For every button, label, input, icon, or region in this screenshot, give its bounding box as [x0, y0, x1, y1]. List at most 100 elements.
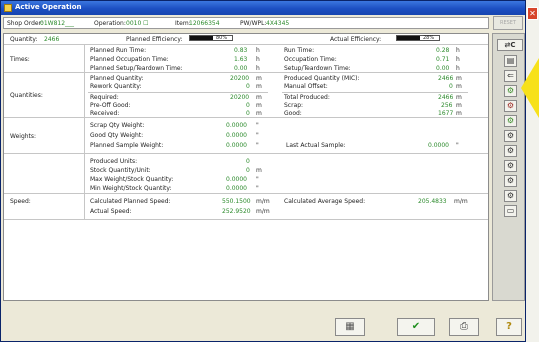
- last-actual-sample-label: Last Actual Sample:: [286, 142, 346, 149]
- times-section-label: Times:: [10, 56, 30, 63]
- side-button-6[interactable]: ⚙: [504, 130, 517, 142]
- manual-offset-value: 0: [449, 83, 453, 90]
- planned-quantity-unit: m: [256, 75, 262, 82]
- planned-efficiency-percent: 80%: [216, 35, 228, 41]
- good-qty-weight-value: 0.0000: [226, 132, 247, 139]
- planned-efficiency-fill: [190, 36, 214, 40]
- scrap-value: 256: [441, 102, 453, 109]
- planned-sample-weight-value: 0.0000: [226, 142, 247, 149]
- calculated-planned-speed-value: 550.1500: [222, 198, 251, 205]
- side-button-9[interactable]: ⚙: [504, 175, 517, 187]
- pw-label: PW/WPL:: [240, 20, 267, 27]
- planned-setup-time-value: 0.00: [234, 65, 248, 72]
- rework-quantity-value: 0: [246, 83, 250, 90]
- planned-setup-time-unit: h: [256, 65, 260, 72]
- quantity-row: Quantity: 2466 Planned Efficiency: 80% A…: [4, 34, 488, 45]
- units-section: Produced Units: 0 Stock Quantity/Unit: 0…: [4, 154, 488, 194]
- planned-run-time-value: 0.83: [234, 47, 248, 54]
- title-bar: Active Operation: [1, 1, 525, 15]
- setup-time-label: Setup/Teardown Time:: [284, 65, 351, 72]
- total-produced-label: Total Produced:: [284, 94, 330, 101]
- times-section: Times: Planned Run Time: 0.83 h Planned …: [4, 45, 488, 73]
- speed-section: Speed: Calculated Planned Speed: 550.150…: [4, 194, 488, 220]
- quantities-divider-left: [88, 92, 268, 93]
- help-button[interactable]: ?: [496, 318, 522, 336]
- planned-efficiency-label: Planned Efficiency:: [126, 36, 183, 43]
- actual-efficiency-bar: 28%: [396, 35, 440, 41]
- operation-data-panel: Quantity: 2466 Planned Efficiency: 80% A…: [3, 33, 489, 301]
- calculated-average-speed-value: 205.4833: [418, 198, 447, 205]
- planned-efficiency-bar: 80%: [189, 35, 233, 41]
- planned-run-time-unit: h: [256, 47, 260, 54]
- item-value: 12066354: [189, 20, 220, 27]
- occupation-time-value: 0.71: [436, 56, 450, 63]
- produced-units-value: 0: [246, 158, 250, 165]
- good-label: Good:: [284, 110, 302, 117]
- produced-units-label: Produced Units:: [90, 158, 138, 165]
- last-actual-sample-unit: ": [456, 142, 459, 149]
- planned-quantity-value: 20200: [230, 75, 250, 82]
- planned-setup-time-label: Planned Setup/Teardown Time:: [90, 65, 183, 72]
- quantities-section: Quantities: Planned Quantity: 20200 m Re…: [4, 73, 488, 118]
- active-operation-window: Active Operation Shop Order: 01W812___ O…: [0, 0, 526, 342]
- grid-icon[interactable]: ▦: [335, 318, 365, 336]
- window-title: Active Operation: [15, 3, 82, 11]
- order-header: Shop Order: 01W812___ Operation: 0010 ☐ …: [3, 17, 489, 29]
- last-actual-sample-value: 0.0000: [428, 142, 449, 149]
- produced-quantity-unit: m: [456, 75, 462, 82]
- run-time-value: 0.28: [436, 47, 450, 54]
- min-weight-unit: ": [256, 185, 259, 192]
- reset-button[interactable]: RESET: [493, 16, 523, 30]
- switch-operation-button[interactable]: ⇄C: [497, 39, 523, 51]
- actual-speed-label: Actual Speed:: [90, 208, 132, 215]
- calculated-planned-speed-unit: m/m: [256, 198, 270, 205]
- pre-off-good-value: 0: [246, 102, 250, 109]
- pre-off-good-label: Pre-Off Good:: [90, 102, 131, 109]
- side-button-11[interactable]: ▭: [504, 205, 517, 217]
- calculated-average-speed-unit: m/m: [454, 198, 468, 205]
- side-button-8[interactable]: ⚙: [504, 160, 517, 172]
- scrap-label: Scrap:: [284, 102, 304, 109]
- planned-sample-weight-label: Planned Sample Weight:: [90, 142, 164, 149]
- side-button-5[interactable]: ⚙: [504, 115, 517, 127]
- rework-quantity-label: Rework Quantity:: [90, 83, 142, 90]
- setup-time-unit: h: [456, 65, 460, 72]
- planned-occupation-time-unit: h: [256, 56, 260, 63]
- rework-quantity-unit: m: [256, 83, 262, 90]
- good-qty-weight-label: Good Qty Weight:: [90, 132, 144, 139]
- produced-quantity-value: 2466: [438, 75, 454, 82]
- run-time-label: Run Time:: [284, 47, 315, 54]
- scrap-qty-weight-unit: ": [256, 122, 259, 129]
- side-button-2[interactable]: ⇐: [504, 70, 517, 82]
- close-icon[interactable]: ✕: [527, 7, 538, 20]
- produced-quantity-label: Produced Quantity (MIC):: [284, 75, 360, 82]
- planned-occupation-time-value: 1.63: [234, 56, 248, 63]
- occupation-time-unit: h: [456, 56, 460, 63]
- total-produced-unit: m: [456, 94, 462, 101]
- speed-section-label: Speed:: [10, 198, 31, 205]
- ok-button[interactable]: ✔: [397, 318, 435, 336]
- side-button-4[interactable]: ⚙: [504, 100, 517, 112]
- print-icon[interactable]: ⎙: [449, 318, 479, 336]
- yellow-pointer-arrow: [521, 58, 539, 118]
- actual-efficiency-fill: [397, 36, 421, 40]
- received-label: Received:: [90, 110, 120, 117]
- shop-order-label: Shop Order:: [7, 20, 43, 27]
- stock-quantity-unit-value: 0: [246, 167, 250, 174]
- section-column-divider: [84, 45, 85, 220]
- side-button-1[interactable]: ▤: [504, 55, 517, 67]
- actual-speed-value: 252.9520: [222, 208, 251, 215]
- quantity-value: 2466: [44, 36, 60, 43]
- actual-efficiency-label: Actual Efficiency:: [330, 36, 382, 43]
- planned-sample-weight-unit: ": [256, 142, 259, 149]
- good-value: 1677: [438, 110, 454, 117]
- total-produced-value: 2466: [438, 94, 454, 101]
- side-button-3[interactable]: ⚙: [504, 85, 517, 97]
- required-unit: m: [256, 94, 262, 101]
- min-weight-label: Min Weight/Stock Quantity:: [90, 185, 172, 192]
- side-button-7[interactable]: ⚙: [504, 145, 517, 157]
- required-label: Required:: [90, 94, 119, 101]
- actual-efficiency-percent: 28%: [423, 35, 435, 41]
- side-button-10[interactable]: ⚙: [504, 190, 517, 202]
- app-icon: [4, 4, 12, 12]
